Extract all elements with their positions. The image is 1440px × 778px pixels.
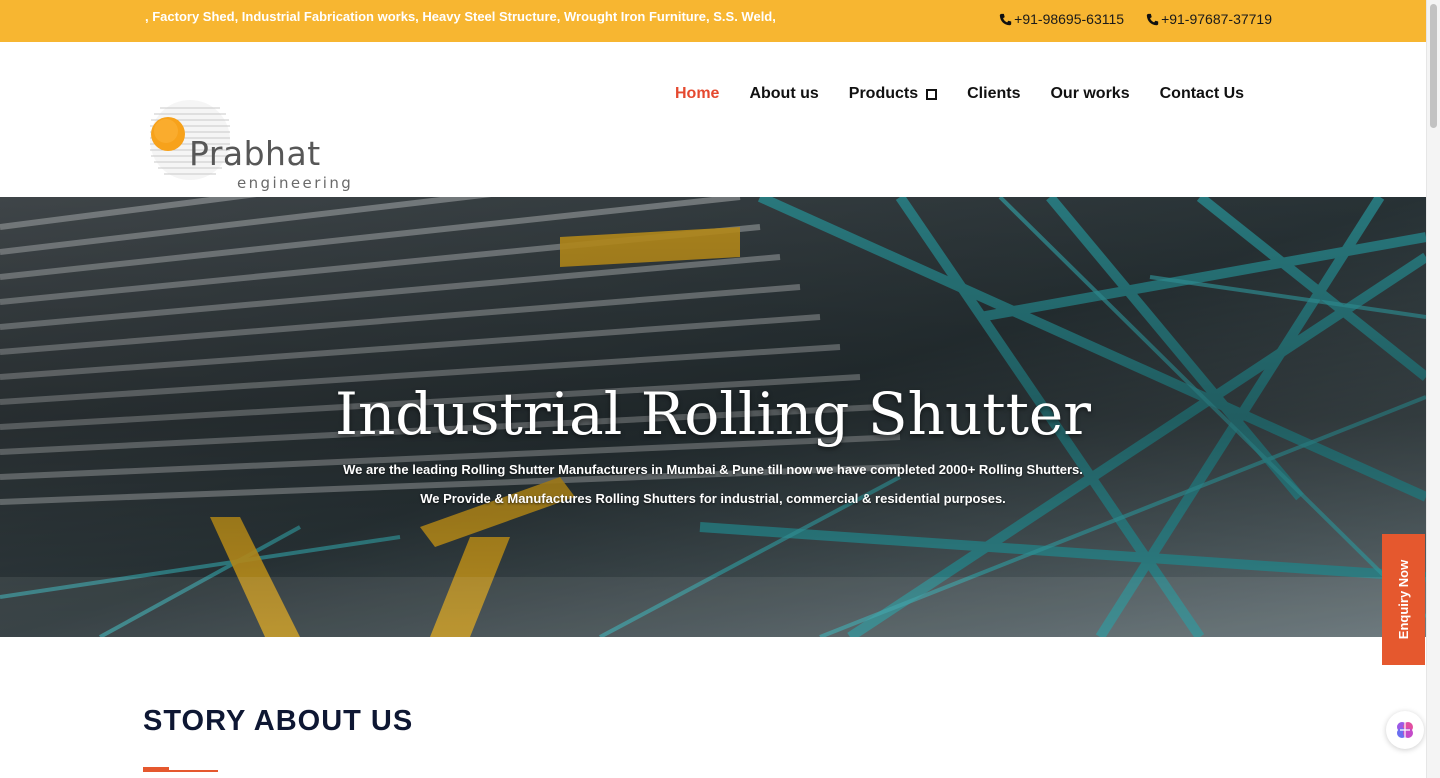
phone-number: +91-97687-37719 (1161, 11, 1272, 27)
phone-icon (999, 13, 1012, 25)
chat-brain-icon (1397, 722, 1413, 738)
section-heading: STORY ABOUT US (143, 705, 414, 737)
hero-title: Industrial Rolling Shutter (335, 380, 1091, 448)
phone-list: +91-98695-63115 +91-97687-37719 (999, 11, 1272, 27)
chat-widget-button[interactable] (1386, 711, 1424, 749)
square-icon (926, 88, 938, 100)
services-marquee: , Factory Shed, Industrial Fabrication w… (145, 9, 776, 24)
main-nav: Home About us Products Clients Our works… (675, 85, 1244, 103)
phone-link-1[interactable]: +91-98695-63115 (999, 11, 1124, 27)
phone-link-2[interactable]: +91-97687-37719 (1146, 11, 1272, 27)
hero-description-line-1: We are the leading Rolling Shutter Manuf… (343, 462, 1083, 477)
nav-products[interactable]: Products (849, 85, 938, 103)
heading-underline (143, 767, 218, 772)
brand-logo[interactable]: Prabhat engineering (146, 94, 356, 194)
nav-about-us[interactable]: About us (749, 85, 818, 103)
page: , Factory Shed, Industrial Fabrication w… (0, 0, 1426, 778)
site-header: Prabhat engineering Home About us Produc… (0, 42, 1426, 197)
nav-home[interactable]: Home (675, 85, 719, 103)
phone-number: +91-98695-63115 (1014, 11, 1125, 27)
brand-tagline: engineering (237, 174, 354, 192)
nav-our-works[interactable]: Our works (1050, 85, 1129, 103)
phone-icon (1146, 13, 1159, 25)
nav-contact-us[interactable]: Contact Us (1160, 85, 1244, 103)
brand-name: Prabhat (189, 134, 321, 173)
enquiry-label: Enquiry Now (1396, 559, 1412, 640)
nav-clients[interactable]: Clients (967, 85, 1020, 103)
top-bar: , Factory Shed, Industrial Fabrication w… (0, 0, 1426, 42)
enquiry-now-tab[interactable]: Enquiry Now (1382, 534, 1425, 665)
page-scrollbar[interactable] (1426, 0, 1440, 778)
hero-description-line-2: We Provide & Manufactures Rolling Shutte… (420, 491, 1006, 506)
hero-banner: Industrial Rolling Shutter We are the le… (0, 197, 1426, 637)
scrollbar-thumb[interactable] (1430, 4, 1437, 128)
